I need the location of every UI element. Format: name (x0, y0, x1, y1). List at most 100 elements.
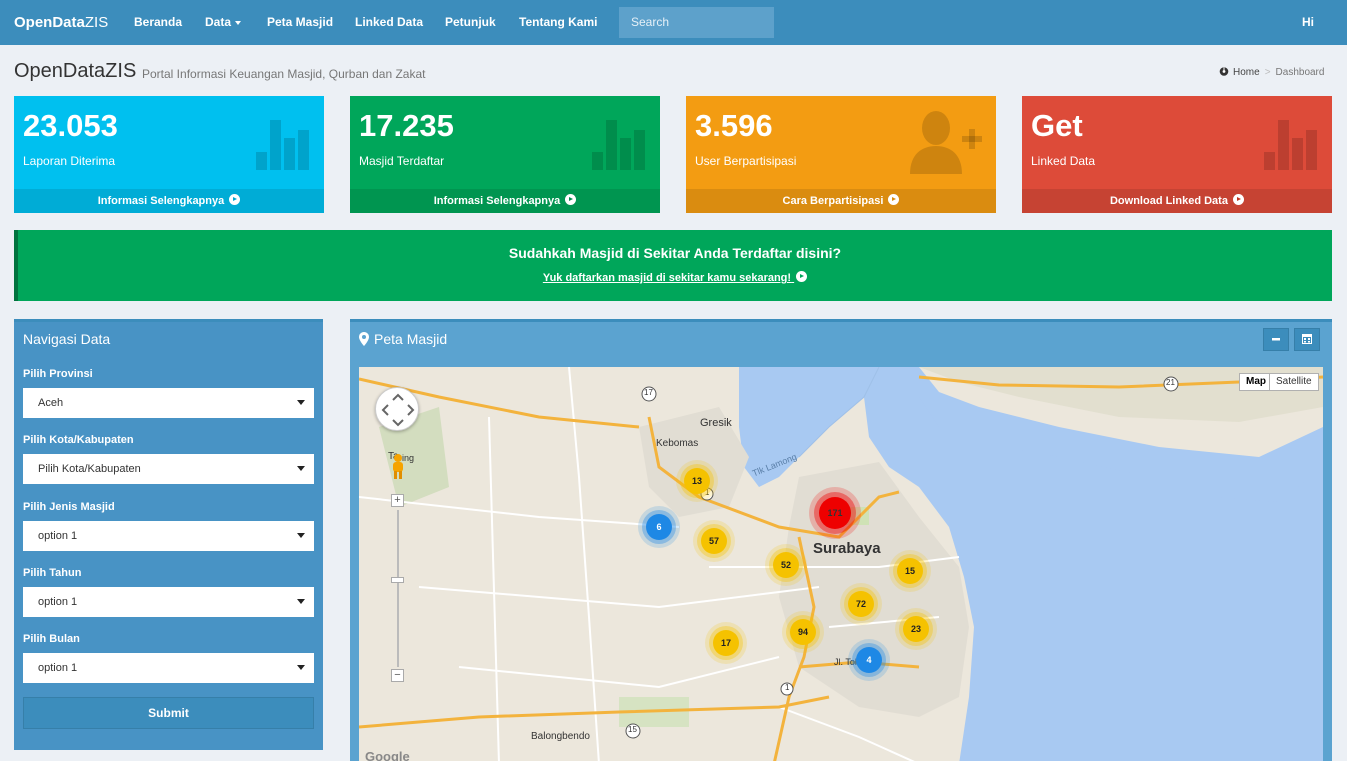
caret-down-icon[interactable] (235, 20, 242, 25)
map-type-satellite[interactable]: Satellite (1269, 373, 1319, 391)
tahun-select[interactable]: option 1 (23, 587, 314, 617)
collapse-button[interactable] (1263, 328, 1289, 351)
pan-control[interactable] (375, 387, 419, 431)
stat-value: 23.053 (23, 108, 118, 143)
provinsi-select[interactable]: Aceh (23, 388, 314, 418)
zoom-slider-track[interactable] (397, 510, 399, 667)
stat-label: Linked Data (1031, 154, 1096, 168)
arrow-circle-right-icon[interactable] (229, 194, 241, 205)
stat-label: User Berpartisipasi (695, 154, 797, 168)
stat-link[interactable]: Informasi Selengkapnya (350, 189, 660, 213)
stat-label: Laporan Diterima (23, 154, 116, 168)
cluster-marker[interactable]: 57 (701, 528, 727, 554)
brand-logo[interactable]: OpenDataZIS (14, 14, 108, 31)
callout-title: Sudahkah Masjid di Sekitar Anda Terdafta… (508, 245, 842, 261)
kota-value[interactable]: Pilih Kota/Kabupaten (38, 463, 141, 475)
bulan-value[interactable]: option 1 (38, 662, 77, 674)
submit-button[interactable]: Submit (23, 697, 314, 729)
bulan-label: Pilih Bulan (23, 633, 80, 645)
stat-link-label[interactable]: Informasi Selengkapnya (434, 195, 561, 207)
nav-tentang-kami[interactable]: Tentang Kami (519, 15, 597, 29)
search-input[interactable]: Search (619, 7, 774, 38)
navigasi-data-panel: Navigasi Data Pilih Provinsi Aceh Pilih … (14, 319, 323, 750)
chevron-down-icon[interactable] (297, 533, 305, 538)
calendar-icon[interactable] (1295, 329, 1319, 350)
panel-title: Navigasi Data (23, 331, 111, 347)
tahun-value[interactable]: option 1 (38, 596, 77, 608)
cluster-marker[interactable]: 171 (819, 497, 851, 529)
map-type-map[interactable]: Map (1239, 373, 1273, 391)
google-logo: Google (365, 749, 410, 761)
stat-box-user: 3.596 User Berpartisipasi Cara Berpartis… (686, 96, 996, 213)
nav-linked-data[interactable]: Linked Data (355, 15, 423, 29)
stat-link-label[interactable]: Download Linked Data (1110, 195, 1228, 207)
peta-masjid-panel: Peta Masjid Map Satellite 17 21 15 1 1 G… (350, 319, 1332, 761)
brand-bold[interactable]: OpenData (14, 14, 85, 31)
tahun-label: Pilih Tahun (23, 567, 82, 579)
nav-peta-masjid[interactable]: Peta Masjid (267, 15, 333, 29)
chevron-down-icon[interactable] (297, 599, 305, 604)
page-title: OpenDataZIS (14, 60, 137, 82)
kota-label: Pilih Kota/Kabupaten (23, 434, 134, 446)
callout-link-label[interactable]: Yuk daftarkan masjid di sekitar kamu sek… (543, 272, 791, 284)
cluster-marker[interactable]: 72 (848, 591, 874, 617)
road-label: 15 (628, 725, 637, 734)
road-label: 21 (1166, 378, 1175, 387)
nav-beranda[interactable]: Beranda (134, 15, 182, 29)
user-plus-icon (910, 111, 982, 174)
zoom-in-button[interactable]: + (391, 494, 404, 507)
cluster-marker[interactable]: 52 (773, 552, 799, 578)
arrow-circle-right-icon[interactable] (888, 194, 900, 205)
bar-chart-icon (256, 120, 309, 170)
jenis-masjid-value[interactable]: option 1 (38, 530, 77, 542)
callout-link[interactable]: Yuk daftarkan masjid di sekitar kamu sek… (543, 271, 808, 284)
provinsi-label: Pilih Provinsi (23, 368, 93, 380)
arrow-circle-right-icon[interactable] (1233, 194, 1245, 205)
chevron-down-icon[interactable] (297, 466, 305, 471)
map-label-balongbendo: Balongbendo (531, 731, 590, 742)
bulan-select[interactable]: option 1 (23, 653, 314, 683)
map-canvas[interactable]: Map Satellite 17 21 15 1 1 Gresik Keboma… (359, 367, 1323, 761)
breadcrumb-separator: > (1264, 67, 1271, 78)
cluster-marker[interactable]: 6 (646, 514, 672, 540)
map-marker-icon (359, 332, 369, 346)
stat-value: Get (1031, 108, 1083, 143)
minus-icon[interactable] (1264, 329, 1288, 350)
stat-link-label[interactable]: Informasi Selengkapnya (98, 195, 225, 207)
cluster-marker[interactable]: 23 (903, 616, 929, 642)
register-callout: Sudahkah Masjid di Sekitar Anda Terdafta… (14, 230, 1332, 301)
nav-petunjuk[interactable]: Petunjuk (445, 15, 496, 29)
breadcrumb-home[interactable]: Home (1233, 67, 1260, 78)
top-navbar: OpenDataZIS Beranda Data Peta Masjid Lin… (0, 0, 1347, 45)
arrow-circle-right-icon[interactable] (796, 271, 808, 282)
stat-label: Masjid Terdaftar (359, 154, 445, 168)
cluster-marker[interactable]: 17 (713, 630, 739, 656)
stat-link[interactable]: Informasi Selengkapnya (14, 189, 324, 213)
chevron-down-icon[interactable] (297, 400, 305, 405)
zoom-out-button[interactable]: − (391, 669, 404, 682)
provinsi-value[interactable]: Aceh (38, 397, 63, 409)
cluster-marker[interactable]: 4 (856, 647, 882, 673)
user-menu[interactable]: Hi (1302, 15, 1314, 29)
nav-data[interactable]: Data (205, 15, 242, 29)
stat-link[interactable]: Cara Berpartisipasi (686, 189, 996, 213)
nav-data-label[interactable]: Data (205, 15, 231, 29)
map-label-kebomas: Kebomas (656, 438, 699, 449)
calendar-button[interactable] (1294, 328, 1320, 351)
cluster-marker[interactable]: 13 (684, 468, 710, 494)
chevron-down-icon[interactable] (297, 665, 305, 670)
pan-arrows-icon[interactable] (376, 388, 420, 432)
stat-link[interactable]: Download Linked Data (1022, 189, 1332, 213)
panel-title: Peta Masjid (374, 331, 448, 347)
jenis-masjid-select[interactable]: option 1 (23, 521, 314, 551)
zoom-slider-handle[interactable] (391, 577, 404, 583)
pegman-icon[interactable] (389, 453, 407, 479)
cluster-marker[interactable]: 15 (897, 558, 923, 584)
kota-select[interactable]: Pilih Kota/Kabupaten (23, 454, 314, 484)
dashboard-icon (1219, 67, 1229, 76)
stat-box-laporan: 23.053 Laporan Diterima Informasi Seleng… (14, 96, 324, 213)
cluster-marker[interactable]: 94 (790, 619, 816, 645)
stat-link-label[interactable]: Cara Berpartisipasi (783, 195, 884, 207)
arrow-circle-right-icon[interactable] (565, 194, 577, 205)
brand-light[interactable]: ZIS (85, 14, 108, 31)
